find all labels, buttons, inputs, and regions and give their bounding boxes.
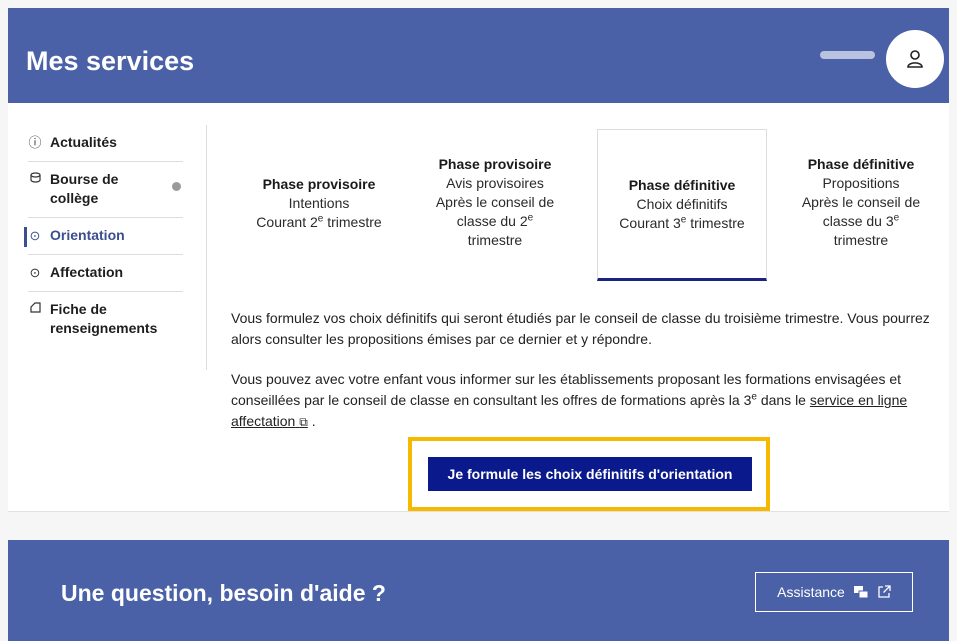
phase-desc: Avis provisoires	[446, 175, 544, 191]
coins-icon	[28, 170, 42, 189]
description-paragraph-2: Vous pouvez avec votre enfant vous infor…	[231, 369, 931, 433]
assistance-button[interactable]: Assistance	[755, 572, 913, 612]
paragraph-text: .	[307, 413, 316, 429]
sidebar-item-label: Actualités	[50, 134, 117, 150]
compass-icon: ⊙	[29, 265, 41, 280]
user-avatar-button[interactable]	[886, 30, 944, 88]
external-link-icon	[878, 585, 891, 598]
sidebar-item-bourse[interactable]: Bourse de collège	[28, 162, 183, 218]
help-title: Une question, besoin d'aide ?	[61, 580, 386, 606]
sidebar-item-orientation[interactable]: ⊙ Orientation	[24, 218, 183, 255]
notification-badge	[172, 182, 181, 191]
external-link-icon: ⧉	[299, 415, 308, 429]
phase-period: Après le conseil de	[801, 194, 921, 210]
phase-period: classe du 3e	[786, 212, 936, 231]
phase-tab-4[interactable]: Phase définitive Propositions Après le c…	[786, 155, 936, 250]
sidebar-item-label: Fiche de renseignements	[50, 301, 158, 336]
sidebar-item-fiche[interactable]: Fiche de renseignements	[28, 292, 183, 347]
cta-highlight-frame: Je formule les choix définitifs d'orient…	[408, 437, 770, 511]
phase-period: Après le conseil de	[435, 194, 555, 210]
active-indicator	[24, 227, 27, 247]
orientation-card: ⓘ Actualités Bourse de collège ⊙ Orienta…	[8, 103, 949, 512]
phase-period: trimestre	[467, 232, 523, 248]
page-title: Mes services	[26, 46, 195, 76]
sidebar-item-affectation[interactable]: ⊙ Affectation	[28, 255, 183, 292]
description-paragraph-1: Vous formulez vos choix définitifs qui s…	[231, 310, 930, 347]
formulate-choices-button[interactable]: Je formule les choix définitifs d'orient…	[428, 457, 752, 491]
sidebar-divider	[206, 125, 207, 370]
paragraph-text: dans le	[756, 392, 810, 408]
phase-title: Phase définitive	[807, 156, 915, 172]
phase-content: Phase définitive Choix définitifs Couran…	[598, 130, 766, 233]
sidebar: ⓘ Actualités Bourse de collège ⊙ Orienta…	[24, 125, 183, 347]
superscript: e	[527, 212, 534, 224]
assistance-label: Assistance	[777, 584, 845, 600]
compass-icon: ⊙	[29, 228, 41, 243]
edit-icon	[28, 300, 42, 319]
phase-title: Phase définitive	[628, 177, 736, 193]
phase-title: Phase provisoire	[438, 156, 552, 172]
support-icon	[853, 586, 869, 599]
phase-tab-3-selected[interactable]: Phase définitive Choix définitifs Couran…	[597, 129, 767, 281]
phase-period-end: trimestre	[323, 214, 382, 230]
phase-period-text: classe du 3	[822, 213, 894, 229]
phase-tab-1[interactable]: Phase provisoire Intentions Courant 2e t…	[244, 175, 394, 232]
superscript: e	[893, 212, 900, 224]
user-name-blurred	[820, 51, 875, 59]
info-icon: ⓘ	[28, 135, 42, 150]
phase-desc: Propositions	[822, 175, 900, 191]
phase-period-text: classe du 2	[456, 213, 528, 229]
phase-period-text: Courant 3	[619, 215, 681, 231]
phase-period-end: trimestre	[686, 215, 745, 231]
phase-title: Phase provisoire	[262, 176, 376, 192]
sidebar-item-label: Bourse de collège	[50, 171, 119, 206]
sidebar-item-label: Orientation	[50, 227, 125, 243]
sidebar-item-actualites[interactable]: ⓘ Actualités	[28, 125, 183, 162]
phase-period: Courant 2e trimestre	[244, 213, 394, 232]
phase-period: Courant 3e trimestre	[598, 214, 766, 233]
header-bar: Mes services	[8, 8, 949, 103]
sidebar-item-label: Affectation	[50, 264, 124, 280]
phase-period: trimestre	[833, 232, 889, 248]
phase-tab-2[interactable]: Phase provisoire Avis provisoires Après …	[420, 155, 570, 250]
phase-period-text: Courant 2	[256, 214, 318, 230]
phase-period: classe du 2e	[420, 212, 570, 231]
phase-desc: Intentions	[288, 195, 350, 211]
phase-desc: Choix définitifs	[636, 196, 728, 212]
help-footer: Une question, besoin d'aide ? Assistance	[8, 540, 949, 641]
user-icon	[907, 50, 923, 68]
